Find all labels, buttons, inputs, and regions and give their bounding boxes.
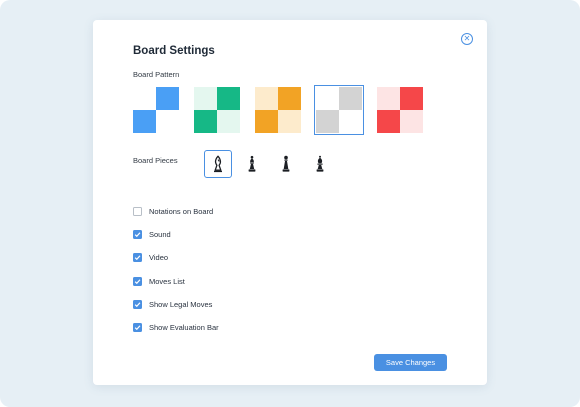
pattern-cell — [156, 87, 179, 110]
pattern-cell — [194, 110, 217, 133]
close-icon[interactable]: ✕ — [461, 33, 473, 45]
pattern-cell — [278, 87, 301, 110]
checkmark-icon — [134, 278, 141, 284]
pattern-cell — [316, 87, 339, 110]
option-video[interactable]: Video — [133, 251, 168, 263]
pattern-cell — [156, 110, 179, 133]
option-notations-on-board[interactable]: Notations on Board — [133, 205, 213, 217]
bishop-icon — [248, 155, 256, 172]
board-pattern-white-gray[interactable] — [314, 85, 364, 135]
piece-option-3[interactable] — [272, 150, 300, 178]
option-show-legal-moves[interactable]: Show Legal Moves — [133, 298, 212, 310]
checkmark-icon — [134, 254, 141, 260]
option-label: Moves List — [149, 276, 185, 286]
piece-option-2[interactable] — [238, 150, 266, 178]
save-changes-button[interactable]: Save Changes — [374, 354, 447, 371]
board-pattern-white-blue[interactable] — [133, 87, 179, 133]
option-sound[interactable]: Sound — [133, 228, 171, 240]
option-show-evaluation-bar[interactable]: Show Evaluation Bar — [133, 321, 219, 333]
board-pattern-cream-orange[interactable] — [255, 87, 301, 133]
board-pieces-label: Board Pieces — [133, 156, 178, 165]
board-settings-modal: ✕ Board Settings Board Pattern Board Pie… — [93, 20, 487, 385]
checkmark-icon — [134, 231, 141, 237]
pawn-icon — [282, 155, 290, 172]
piece-option-4[interactable] — [306, 150, 334, 178]
piece-option-1[interactable] — [204, 150, 232, 178]
pattern-cell — [400, 87, 423, 110]
checkbox-unchecked[interactable] — [133, 206, 142, 216]
option-label: Show Evaluation Bar — [149, 322, 219, 332]
pattern-cell — [133, 87, 156, 110]
option-label: Notations on Board — [149, 206, 214, 216]
pattern-cell — [278, 110, 301, 133]
modal-title: Board Settings — [133, 45, 215, 57]
bishop-outline-icon — [214, 155, 222, 173]
board-pattern-label: Board Pattern — [133, 70, 180, 79]
pattern-cell — [339, 110, 362, 133]
pattern-cell — [217, 110, 240, 133]
pattern-cell — [217, 87, 240, 110]
pattern-cell — [194, 87, 217, 110]
checkbox-checked[interactable] — [133, 299, 142, 309]
pattern-cell — [400, 110, 423, 133]
checkbox-checked[interactable] — [133, 229, 142, 239]
option-label: Sound — [149, 229, 171, 239]
checkmark-icon — [134, 324, 141, 330]
checkmark-icon — [134, 301, 141, 307]
pattern-cell — [377, 110, 400, 133]
checkbox-checked[interactable] — [133, 252, 142, 262]
board-pattern-pink-red[interactable] — [377, 87, 423, 133]
board-pattern-mint-green[interactable] — [194, 87, 240, 133]
bishop-solid-icon — [316, 155, 324, 172]
option-label: Video — [149, 252, 169, 262]
pattern-cell — [133, 110, 156, 133]
option-moves-list[interactable]: Moves List — [133, 275, 185, 287]
checkbox-checked[interactable] — [133, 276, 142, 286]
pattern-cell — [255, 87, 278, 110]
pattern-cell — [255, 110, 278, 133]
pattern-cell — [339, 87, 362, 110]
checkbox-checked[interactable] — [133, 322, 142, 332]
option-label: Show Legal Moves — [149, 299, 213, 309]
pattern-cell — [377, 87, 400, 110]
pattern-cell — [316, 110, 339, 133]
